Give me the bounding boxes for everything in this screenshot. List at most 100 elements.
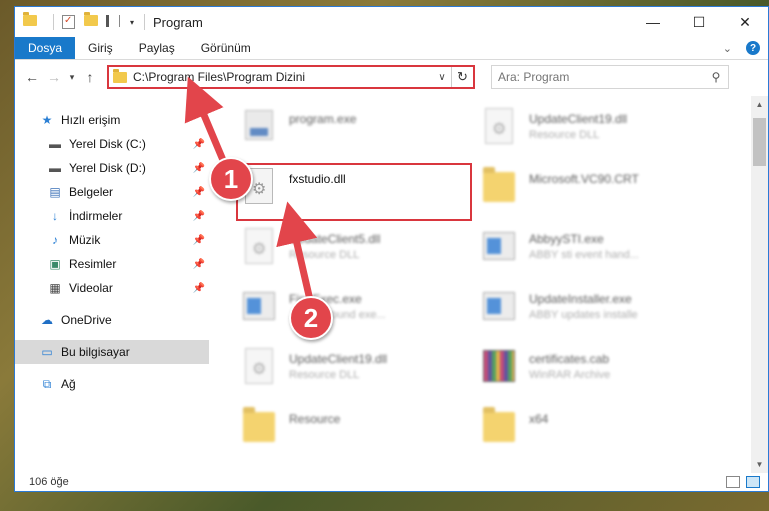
- pictures-icon: ▣: [49, 257, 61, 271]
- file-item[interactable]: x64: [479, 406, 709, 458]
- details-view-icon[interactable]: [726, 476, 740, 488]
- exe-icon: [239, 286, 279, 332]
- properties-icon[interactable]: [106, 15, 122, 29]
- ribbon-expand-icon[interactable]: ⌄: [723, 42, 732, 55]
- vertical-scrollbar[interactable]: ▲ ▼: [751, 96, 768, 473]
- pin-icon[interactable]: 📌: [193, 283, 205, 294]
- computer-icon: ▭: [41, 345, 53, 359]
- sidebar-item-quick-access[interactable]: ★ Hızlı erişim: [15, 108, 209, 132]
- scroll-down-icon[interactable]: ▼: [751, 456, 768, 473]
- file-name: certificates.cab: [529, 352, 610, 366]
- ribbon-right: ⌄ ?: [723, 37, 768, 59]
- navigation-pane: ★ Hızlı erişim ▬ Yerel Disk (C:) 📌 ▬ Yer…: [15, 96, 209, 473]
- step-badge-1: 1: [209, 157, 253, 201]
- pin-icon[interactable]: 📌: [193, 163, 205, 174]
- sidebar-item-downloads[interactable]: ↓ İndirmeler 📌: [15, 204, 209, 228]
- sidebar-item-label: Bu bilgisayar: [61, 345, 130, 359]
- file-item[interactable]: program.exe: [239, 106, 469, 158]
- file-item[interactable]: FineExec.exe ...background exe...: [239, 286, 469, 338]
- network-icon: ⧉: [42, 376, 52, 391]
- file-item[interactable]: certificates.cab WinRAR Archive: [479, 346, 709, 398]
- file-name: UpdateClient19.dll: [529, 112, 628, 126]
- folder-icon[interactable]: [23, 12, 39, 29]
- file-item[interactable]: UpdateClient19.dll Resource DLL: [479, 106, 709, 158]
- pin-icon[interactable]: 📌: [193, 211, 205, 222]
- recent-locations-button[interactable]: ▾: [65, 66, 79, 88]
- explorer-window: ▾ Program — ☐ ✕ Dosya Giriş Paylaş Görün…: [14, 6, 769, 492]
- scroll-up-icon[interactable]: ▲: [751, 96, 768, 113]
- file-name: fxstudio.dll: [289, 172, 346, 186]
- file-item[interactable]: UpdateClient19.dll Resource DLL: [239, 346, 469, 398]
- sidebar-item-this-pc[interactable]: ▭ Bu bilgisayar: [15, 340, 209, 364]
- help-icon[interactable]: ?: [746, 41, 760, 55]
- file-type: Resource DLL: [289, 249, 360, 261]
- file-item[interactable]: AbbyySTI.exe ABBY sti event hand...: [479, 226, 709, 278]
- pin-icon[interactable]: 📌: [193, 187, 205, 198]
- minimize-button[interactable]: —: [630, 7, 676, 37]
- address-path[interactable]: C:\Program Files\Program Dizini: [133, 70, 433, 84]
- chevron-down-icon[interactable]: ▾: [130, 18, 134, 27]
- pin-icon[interactable]: 📌: [193, 139, 205, 150]
- sidebar-item-documents[interactable]: ▤ Belgeler 📌: [15, 180, 209, 204]
- new-folder-icon[interactable]: [84, 12, 100, 29]
- tab-view[interactable]: Görünüm: [188, 37, 264, 59]
- up-button[interactable]: ↑: [79, 66, 101, 88]
- title-bar: ▾ Program — ☐ ✕: [15, 7, 768, 37]
- documents-icon: ▤: [49, 185, 61, 199]
- file-type: Resource DLL: [289, 369, 360, 381]
- refresh-button[interactable]: ↻: [451, 67, 473, 87]
- chevron-down-icon[interactable]: ∨: [433, 72, 451, 83]
- folder-icon: [479, 406, 519, 452]
- sidebar-item-label: Hızlı erişim: [61, 113, 121, 127]
- sidebar-item-onedrive[interactable]: ☁ OneDrive: [15, 308, 209, 332]
- maximize-button[interactable]: ☐: [676, 7, 722, 37]
- sidebar-item-music[interactable]: ♪ Müzik 📌: [15, 228, 209, 252]
- dll-icon: [239, 346, 279, 392]
- file-item[interactable]: Microsoft.VC90.CRT: [479, 166, 709, 218]
- sidebar-item-pictures[interactable]: ▣ Resimler 📌: [15, 252, 209, 276]
- exe-icon: [479, 226, 519, 272]
- pin-icon[interactable]: 📌: [193, 259, 205, 270]
- sidebar-item-label: Resimler: [69, 257, 117, 271]
- search-box[interactable]: ⚲: [491, 65, 729, 89]
- large-icons-view-icon[interactable]: [746, 476, 760, 488]
- sidebar-item-videos[interactable]: ▦ Videolar 📌: [15, 276, 209, 300]
- file-item[interactable]: UpdateClient5.dll Resource DLL: [239, 226, 469, 278]
- address-bar[interactable]: C:\Program Files\Program Dizini ∨ ↻: [107, 65, 475, 89]
- tab-home[interactable]: Giriş: [75, 37, 126, 59]
- download-icon: ↓: [52, 209, 58, 223]
- program-icon: [239, 106, 279, 152]
- sidebar-item-network[interactable]: ⧉ Ağ: [15, 372, 209, 396]
- ribbon-tabs: Dosya Giriş Paylaş Görünüm ⌄ ?: [15, 37, 768, 60]
- file-item[interactable]: UpdateInstaller.exe ABBY updates installe: [479, 286, 709, 338]
- scrollbar-thumb[interactable]: [753, 118, 766, 166]
- folder-icon: [239, 406, 279, 452]
- file-name: UpdateInstaller.exe: [529, 292, 632, 306]
- navigation-bar: ← → ▾ ↑ C:\Program Files\Program Dizini …: [15, 60, 768, 94]
- search-input[interactable]: [498, 70, 708, 84]
- status-bar: 106 öğe: [15, 473, 768, 491]
- file-name: Microsoft.VC90.CRT: [529, 172, 639, 186]
- close-button[interactable]: ✕: [722, 7, 768, 37]
- sidebar-item-label: İndirmeler: [69, 209, 123, 223]
- forward-button[interactable]: →: [43, 66, 65, 88]
- sidebar-item-label: Ağ: [61, 377, 76, 391]
- search-icon[interactable]: ⚲: [708, 70, 724, 84]
- file-name: x64: [529, 412, 549, 426]
- divider: [53, 14, 54, 30]
- file-type: ABBY sti event hand...: [529, 249, 639, 261]
- tab-share[interactable]: Paylaş: [126, 37, 188, 59]
- pin-icon[interactable]: 📌: [193, 235, 205, 246]
- dll-icon: [479, 106, 519, 152]
- sidebar-item-local-disk-d[interactable]: ▬ Yerel Disk (D:) 📌: [15, 156, 209, 180]
- back-button[interactable]: ←: [21, 66, 43, 88]
- file-item-fxstudio[interactable]: fxstudio.dll: [239, 166, 469, 218]
- file-type: WinRAR Archive: [529, 369, 611, 381]
- sidebar-item-local-disk-c[interactable]: ▬ Yerel Disk (C:) 📌: [15, 132, 209, 156]
- file-type: Resource DLL: [529, 129, 600, 141]
- file-item[interactable]: Resource: [239, 406, 469, 458]
- file-name: UpdateClient19.dll: [289, 352, 388, 366]
- tab-file[interactable]: Dosya: [15, 37, 76, 59]
- properties-check-icon[interactable]: [62, 15, 78, 29]
- star-icon: ★: [41, 113, 53, 127]
